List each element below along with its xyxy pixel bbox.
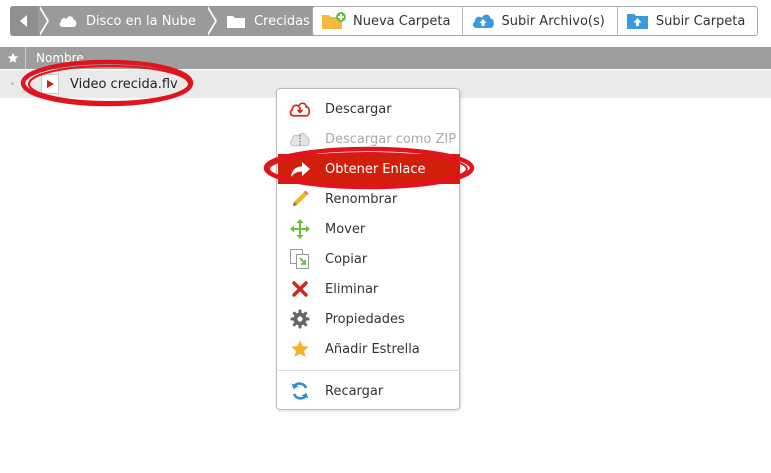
upload-files-button[interactable]: Subir Archivo(s) — [463, 7, 618, 35]
breadcrumb-item-crecidas[interactable]: Crecidas — [205, 6, 320, 36]
menu-label: Añadir Estrella — [325, 341, 420, 357]
menu-item-rename[interactable]: Renombrar — [278, 184, 460, 214]
cloud-icon — [59, 16, 77, 27]
menu-label: Recargar — [325, 383, 384, 399]
breadcrumb-item-disco-en-la-nube[interactable]: Disco en la Nube — [38, 6, 217, 36]
star-icon — [7, 52, 18, 63]
toolbar: Nueva Carpeta Subir Archivo(s) Subir Car… — [312, 6, 759, 36]
upload-cloud-icon — [473, 14, 495, 28]
video-file-icon — [41, 74, 59, 94]
upload-folder-button[interactable]: Subir Carpeta — [618, 7, 758, 35]
breadcrumb-label: Crecidas — [253, 13, 310, 29]
star-column-header[interactable] — [0, 47, 26, 69]
share-arrow-icon — [289, 158, 311, 180]
breadcrumb: Disco en la Nube Crecidas — [10, 6, 320, 36]
upload-folder-label: Subir Carpeta — [655, 13, 746, 29]
menu-item-download-zip[interactable]: Descargar como ZIP — [278, 124, 460, 154]
move-icon — [289, 218, 311, 240]
context-menu: Descargar Descargar como ZIP Obtener Enl… — [276, 88, 460, 410]
menu-item-move[interactable]: Mover — [278, 214, 460, 244]
folder-icon — [226, 15, 245, 28]
reload-icon — [289, 380, 311, 402]
menu-item-reload[interactable]: Recargar — [278, 376, 460, 406]
chevron-left-icon — [20, 15, 27, 27]
copy-icon — [289, 248, 311, 270]
file-name[interactable]: Video crecida.flv — [70, 77, 178, 92]
zip-icon — [289, 128, 311, 150]
menu-item-add-star[interactable]: Añadir Estrella — [278, 334, 460, 364]
menu-label: Descargar como ZIP — [325, 131, 457, 147]
new-folder-icon — [322, 12, 346, 29]
download-icon — [289, 98, 311, 120]
menu-label: Propiedades — [325, 311, 405, 327]
menu-separator — [278, 370, 460, 371]
menu-item-copy[interactable]: Copiar — [278, 244, 460, 274]
new-folder-label: Nueva Carpeta — [353, 13, 451, 29]
menu-label: Obtener Enlace — [325, 161, 426, 177]
menu-label: Mover — [325, 221, 366, 237]
gear-icon — [289, 308, 311, 330]
menu-label: Descargar — [325, 101, 392, 117]
menu-item-delete[interactable]: Eliminar — [278, 274, 460, 304]
delete-x-icon — [289, 278, 311, 300]
menu-label: Eliminar — [325, 281, 379, 297]
breadcrumb-label: Disco en la Nube — [86, 13, 196, 29]
star-icon — [289, 338, 311, 360]
menu-label: Renombrar — [325, 191, 398, 207]
upload-files-label: Subir Archivo(s) — [501, 13, 605, 29]
upload-folder-icon — [626, 14, 648, 29]
menu-item-download[interactable]: Descargar — [278, 94, 460, 124]
row-bullet: • — [9, 78, 16, 90]
menu-label: Copiar — [325, 251, 368, 267]
menu-item-properties[interactable]: Propiedades — [278, 304, 460, 334]
back-button[interactable] — [10, 6, 49, 36]
file-list-header: Nombre — [0, 47, 771, 69]
new-folder-button[interactable]: Nueva Carpeta — [313, 7, 464, 35]
name-column-header[interactable]: Nombre — [26, 51, 84, 65]
pencil-icon — [289, 188, 311, 210]
menu-item-get-link[interactable]: Obtener Enlace — [278, 154, 460, 184]
